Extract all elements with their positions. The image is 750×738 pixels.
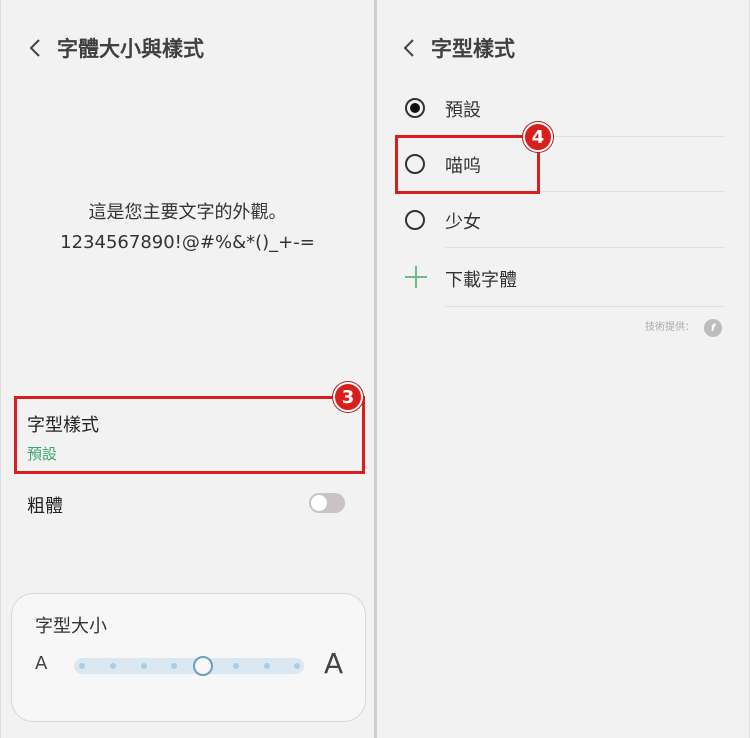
chevron-left-icon <box>403 39 414 57</box>
font-option-label: 少女 <box>445 212 481 233</box>
back-button[interactable] <box>395 28 423 68</box>
tech-provider-label: 技術提供： <box>645 322 695 333</box>
slider-thumb[interactable] <box>193 656 213 676</box>
download-font-label: 下載字體 <box>445 270 517 291</box>
font-size-card: 字型大小 A A <box>11 593 366 722</box>
slider-step-dot <box>79 663 85 669</box>
bold-toggle[interactable] <box>309 493 345 513</box>
font-size-large-label: A <box>324 647 344 680</box>
preview-text-line1: 這是您主要文字的外觀。 <box>88 202 287 223</box>
provider-logo-icon: f <box>704 319 722 337</box>
highlight-box-step4 <box>395 135 540 194</box>
step-badge-3: 3 <box>333 382 363 412</box>
slider-step-dot <box>171 663 177 669</box>
highlight-box-step3 <box>14 396 365 474</box>
plus-icon <box>405 266 427 288</box>
font-size-small-label: A <box>35 653 48 674</box>
page-title: 字體大小與樣式 <box>57 37 204 61</box>
slider-step-dot <box>141 663 147 669</box>
font-size-style-screen: 字體大小與樣式 這是您主要文字的外觀。 1234567890!@#%&*()_+… <box>1 0 374 738</box>
page-title: 字型樣式 <box>431 37 515 61</box>
font-size-slider[interactable] <box>74 656 304 676</box>
slider-step-dot <box>264 663 270 669</box>
row-divider <box>445 247 725 248</box>
slider-step-dot <box>110 663 116 669</box>
font-size-title: 字型大小 <box>35 616 107 637</box>
radio-button-selected[interactable] <box>405 98 425 118</box>
font-style-screen: 字型樣式 預設 喵呜 4 少女 下載字體 技術提供： f <box>377 0 749 738</box>
header: 字型樣式 <box>395 28 515 68</box>
row-divider <box>445 306 725 307</box>
font-option-default[interactable]: 預設 <box>377 80 749 136</box>
chevron-left-icon <box>29 39 40 57</box>
back-button[interactable] <box>21 28 49 68</box>
toggle-knob <box>311 495 327 511</box>
preview-text-line2: 1234567890!@#%&*()_+-= <box>60 232 315 253</box>
font-option-label: 預設 <box>445 100 481 121</box>
slider-step-dot <box>294 663 300 669</box>
download-font-button[interactable]: 下載字體 <box>377 250 749 306</box>
radio-button[interactable] <box>405 210 425 230</box>
step-badge-4: 4 <box>523 122 553 152</box>
slider-step-dot <box>233 663 239 669</box>
font-option-shaonv[interactable]: 少女 <box>377 192 749 248</box>
header: 字體大小與樣式 <box>21 28 204 68</box>
